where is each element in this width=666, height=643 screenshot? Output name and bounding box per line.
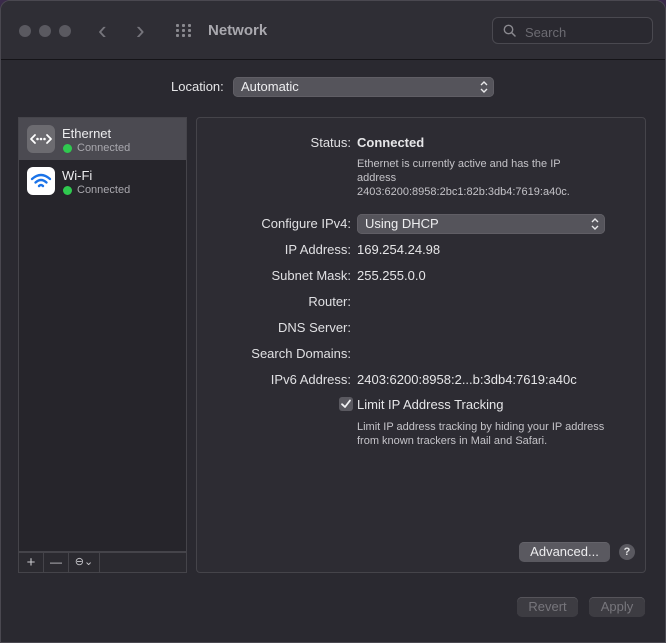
popup-arrows-icon — [480, 81, 488, 93]
wifi-icon — [27, 167, 55, 195]
router-label: Router: — [308, 294, 351, 309]
status-description-line-1: Ethernet is currently active and has the… — [357, 158, 561, 170]
configure-ipv4-label: Configure IPv4: — [261, 216, 351, 231]
status-dot — [63, 144, 72, 153]
status-value: Connected — [357, 135, 425, 150]
window-title: Network — [208, 22, 268, 39]
ip-address-value: 169.254.24.98 — [357, 242, 441, 257]
limit-tracking-description-line-2: from known trackers in Mail and Safari. — [357, 435, 548, 447]
checkmark-icon — [341, 399, 351, 408]
close-window-button[interactable] — [19, 25, 31, 37]
revert-button[interactable]: Revert — [517, 597, 578, 617]
dns-server-label: DNS Server: — [278, 320, 351, 335]
search-input[interactable] — [523, 22, 647, 42]
subnet-mask-label: Subnet Mask: — [271, 268, 352, 283]
ipv6-address-value: 2403:6200:8958:2...b:3db4:7619:a40c — [357, 372, 577, 387]
limit-ip-tracking-label[interactable]: Limit IP Address Tracking — [357, 397, 503, 412]
service-name: Wi-Fi — [62, 168, 93, 183]
location-value: Automatic — [241, 79, 299, 94]
status-description-line-3: 2403:6200:8958:2bc1:82b:3db4:7619:a40c. — [357, 186, 570, 198]
location-popup[interactable]: Automatic — [233, 77, 494, 97]
status-dot — [63, 186, 72, 195]
search-icon — [503, 24, 516, 37]
forward-button[interactable]: › — [136, 17, 145, 43]
zoom-window-button[interactable] — [59, 25, 71, 37]
service-name: Ethernet — [62, 126, 112, 141]
limit-ip-tracking-checkbox[interactable] — [339, 397, 353, 411]
limit-tracking-description-line-1: Limit IP address tracking by hiding your… — [357, 421, 605, 433]
service-details-panel: Status: Connected Ethernet is currently … — [196, 117, 646, 573]
service-list-toolbar: + — ⊖⌄ — [18, 552, 187, 573]
remove-service-button[interactable]: — — [44, 553, 69, 572]
search-domains-label: Search Domains: — [251, 346, 351, 361]
ip-address-label: IP Address: — [284, 242, 351, 257]
network-preferences-window: ‹ › Network Location: Automatic — [0, 0, 666, 643]
title-bar: ‹ › Network — [1, 1, 665, 60]
ipv6-address-label: IPv6 Address: — [270, 372, 351, 387]
service-actions-menu-button[interactable]: ⊖⌄ — [69, 553, 100, 572]
service-status: Connected — [77, 184, 131, 196]
service-status: Connected — [77, 142, 131, 154]
popup-arrows-icon — [591, 218, 599, 230]
service-item-wifi[interactable]: Wi-Fi Connected — [19, 160, 186, 202]
status-description-line-2: address — [357, 172, 397, 184]
configure-ipv4-popup[interactable]: Using DHCP — [357, 214, 605, 234]
apply-button[interactable]: Apply — [589, 597, 645, 617]
subnet-mask-value: 255.255.0.0 — [357, 268, 426, 283]
configure-ipv4-value: Using DHCP — [365, 216, 439, 231]
search-field[interactable] — [492, 17, 653, 44]
add-service-button[interactable]: + — [19, 553, 44, 572]
back-button[interactable]: ‹ — [98, 17, 107, 43]
location-label: Location: — [171, 79, 224, 94]
advanced-button[interactable]: Advanced... — [519, 542, 610, 562]
show-all-grid-icon[interactable] — [176, 24, 192, 38]
ethernet-icon — [27, 125, 55, 153]
status-label: Status: — [310, 135, 351, 150]
minimize-window-button[interactable] — [39, 25, 51, 37]
help-button[interactable]: ? — [619, 544, 635, 560]
